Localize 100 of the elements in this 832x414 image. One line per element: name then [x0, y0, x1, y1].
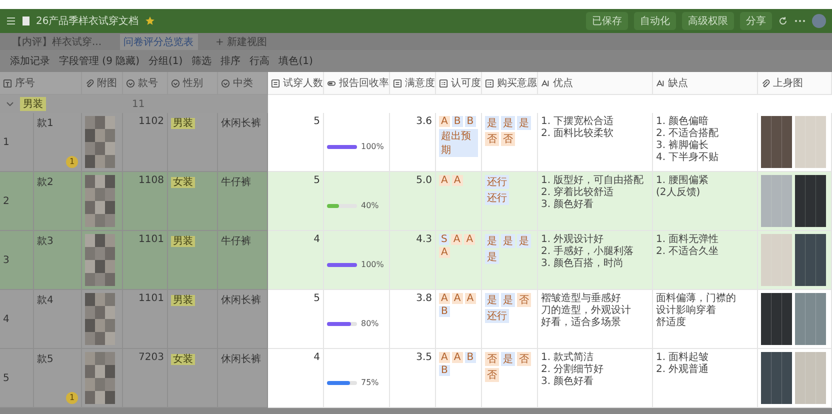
table-cell: 1108	[123, 172, 168, 231]
toolbar-button[interactable]: 填色(1)	[278, 54, 313, 68]
answer-tag: 是	[485, 293, 499, 307]
progress-bar	[327, 322, 357, 326]
column-header[interactable]: 满意度	[390, 72, 436, 95]
text-line: 2. 外观普通	[656, 364, 710, 376]
group-count: 11	[132, 98, 145, 110]
rating-tag: A	[439, 116, 450, 127]
answer-tag: 否	[517, 293, 531, 307]
text-line: 褶皱造型与垂感好	[541, 293, 622, 304]
field-type-icon	[271, 78, 280, 88]
rating-tag: A	[464, 293, 476, 304]
refresh-icon[interactable]	[778, 16, 788, 26]
column-header[interactable]: 序号	[0, 72, 82, 95]
rating-tag: B	[452, 116, 463, 127]
progress-value: 75%	[361, 378, 379, 387]
row-number: 4	[0, 290, 34, 349]
rating-tag: A	[464, 234, 476, 245]
toolbar-button[interactable]: 字段管理 (9 隐藏)	[59, 54, 140, 68]
table-cell: 休闲长裤	[218, 290, 268, 349]
column-header[interactable]: 购买意愿	[482, 72, 538, 95]
table-cell: 1101	[123, 290, 168, 349]
comment-badge[interactable]: 1	[66, 392, 78, 404]
column-header[interactable]: 认可度	[436, 72, 482, 95]
column-header[interactable]: 报告回收率	[324, 72, 390, 95]
column-header[interactable]: 上身图	[758, 72, 832, 95]
gender-tag: 女装	[171, 177, 195, 188]
answer-tag: 否	[517, 352, 531, 366]
column-header[interactable]: 中类	[218, 72, 268, 95]
row-number: 2	[0, 172, 34, 231]
table-cell: 休闲长裤	[218, 113, 268, 172]
caret-icon[interactable]	[6, 100, 14, 108]
table-cell: 1102	[123, 113, 168, 172]
answer-tag: 还行	[485, 309, 509, 323]
text-line: 2. 分割细节好	[541, 364, 605, 376]
column-header[interactable]: 款号	[123, 72, 168, 95]
view-tab[interactable]: 【内评】样衣试穿...	[8, 34, 106, 50]
rating-tag: A	[452, 175, 463, 186]
text-line: 2. 手感好，小腿利落	[541, 246, 635, 258]
column-header[interactable]: 试穿人数	[268, 72, 324, 95]
progress-bar	[327, 262, 357, 266]
answer-tag: 否	[485, 352, 499, 366]
column-header[interactable]: 缺点	[653, 72, 758, 95]
field-type-icon	[327, 78, 336, 88]
answer-tag: 还行	[485, 191, 509, 205]
toolbar-button[interactable]: 行高	[250, 54, 270, 68]
table-cell: 牛仔裤	[218, 172, 268, 231]
answer-tag: 还行	[485, 175, 509, 189]
text-line: 1. 腰围偏紧	[656, 175, 710, 187]
window-title: 26产品季样衣试穿文档	[36, 14, 139, 28]
field-type-icon	[439, 78, 448, 88]
field-type-icon	[126, 78, 135, 88]
field-type-icon	[85, 78, 94, 88]
toolbar-button[interactable]: 自动化	[634, 12, 676, 30]
toolbar-button[interactable]: 分享	[740, 12, 772, 30]
view-tab[interactable]: 问卷评分总览表	[120, 34, 198, 50]
field-type-icon	[541, 78, 550, 88]
more-icon[interactable]	[794, 19, 806, 23]
group-header[interactable]: 男装 11	[0, 95, 268, 113]
text-line: 2. 面料比较柔软	[541, 128, 615, 140]
rating-tag: A	[451, 234, 462, 245]
table-cell: 5	[268, 172, 324, 231]
answer-tag: 是	[517, 234, 531, 248]
toolbar-button[interactable]: 筛选	[192, 54, 212, 68]
gender-tag: 男装	[171, 118, 195, 129]
comment-badge[interactable]: 1	[66, 156, 78, 168]
text-line: 3. 颜色百搭，时尚	[541, 258, 625, 270]
rating-tag: B	[464, 116, 476, 127]
rating-tag: B	[464, 352, 476, 363]
column-header[interactable]: 性别	[168, 72, 218, 95]
column-header[interactable]: 优点	[538, 72, 653, 95]
toolbar-button[interactable]: 添加记录	[10, 54, 50, 68]
progress-value: 80%	[361, 319, 379, 328]
star-icon[interactable]	[144, 16, 155, 26]
toolbar-button[interactable]: 已保存	[586, 12, 628, 30]
column-header[interactable]: 附图	[82, 72, 123, 95]
text-line: 3. 颜色好看	[541, 199, 595, 211]
record-name[interactable]: 款1	[37, 116, 78, 130]
text-line: 3. 裤脚偏长	[656, 140, 710, 152]
answer-tag: 否	[485, 368, 499, 382]
row-number: 3	[0, 231, 34, 290]
text-line: 1. 下摆宽松合适	[541, 116, 615, 128]
field-type-icon	[761, 78, 770, 88]
record-name[interactable]: 款5	[37, 352, 78, 366]
toolbar-button[interactable]: 高级权限	[682, 12, 734, 30]
toolbar-button[interactable]: 排序	[220, 54, 241, 68]
toolbar-button[interactable]: 分组(1)	[148, 54, 183, 68]
view-tab[interactable]: + 新建视图	[212, 34, 272, 50]
field-type-icon	[3, 78, 12, 88]
table-cell: 休闲长裤	[218, 349, 268, 408]
rating-tag: B	[439, 306, 450, 317]
rating-tag: A	[439, 247, 450, 258]
rating-tag: A	[452, 293, 463, 304]
rating-tag: A	[439, 175, 450, 186]
answer-tag: 是	[517, 116, 531, 130]
rating-tag: B	[439, 365, 450, 376]
text-line: 1. 颜色偏暗	[656, 116, 710, 128]
rating-tag: A	[439, 352, 450, 363]
menu-icon[interactable]	[6, 16, 16, 26]
table-cell: 4	[268, 231, 324, 290]
